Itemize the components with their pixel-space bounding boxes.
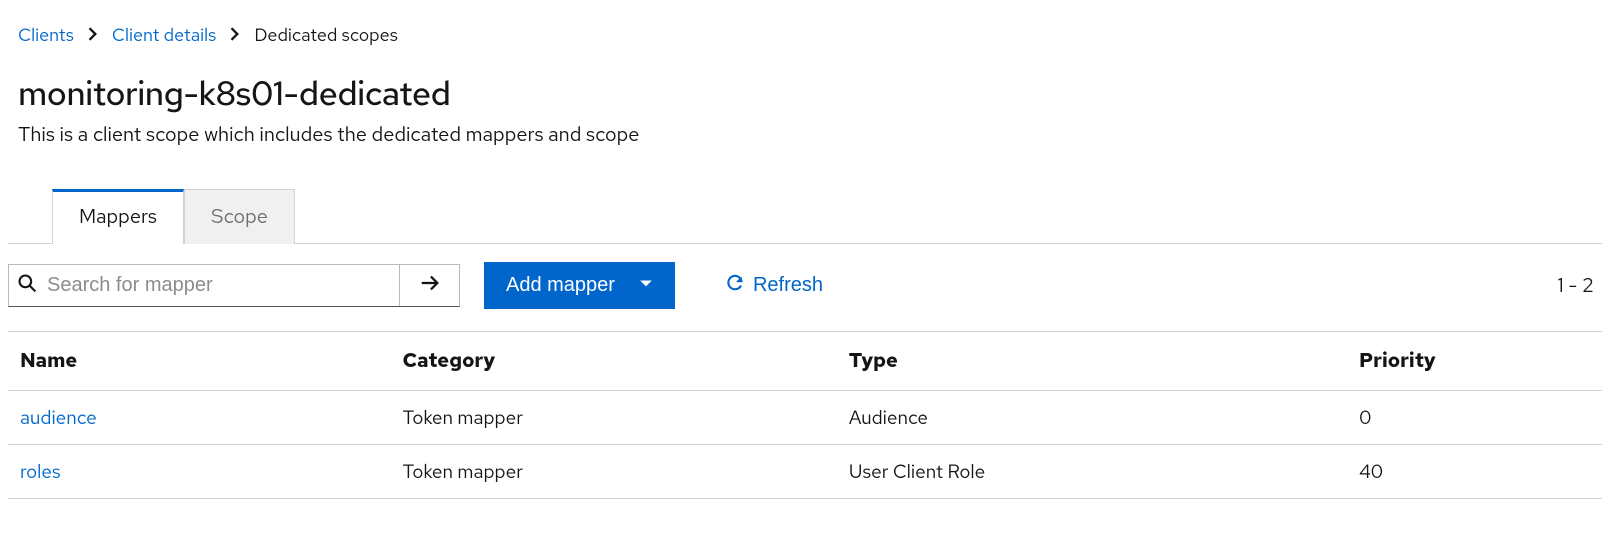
page-title: monitoring-k8s01-dedicated	[18, 71, 1592, 116]
breadcrumb: Clients Client details Dedicated scopes	[8, 16, 1602, 47]
pagination: 1 - 2	[1557, 273, 1602, 299]
arrow-right-icon	[419, 272, 441, 299]
page-header: monitoring-k8s01-dedicated This is a cli…	[8, 47, 1602, 156]
search-icon	[17, 273, 47, 298]
col-priority: Priority	[1347, 332, 1602, 391]
pagination-range: 1 - 2	[1557, 273, 1594, 299]
col-type: Type	[837, 332, 1347, 391]
tab-mappers[interactable]: Mappers	[52, 189, 184, 244]
breadcrumb-client-details[interactable]: Client details	[112, 24, 216, 47]
table-row: audience Token mapper Audience 0	[8, 391, 1602, 445]
cell-category: Token mapper	[391, 391, 837, 445]
mapper-link[interactable]: audience	[20, 405, 97, 430]
tab-scope[interactable]: Scope	[184, 189, 295, 244]
chevron-right-icon	[230, 24, 240, 47]
chevron-right-icon	[88, 24, 98, 47]
tabs: Mappers Scope	[8, 188, 1602, 244]
refresh-icon	[725, 273, 745, 299]
table-header-row: Name Category Type Priority	[8, 332, 1602, 391]
breadcrumb-current: Dedicated scopes	[254, 24, 398, 47]
page-subtitle: This is a client scope which includes th…	[18, 122, 1592, 148]
cell-priority: 40	[1347, 445, 1602, 499]
table-row: roles Token mapper User Client Role 40	[8, 445, 1602, 499]
cell-category: Token mapper	[391, 445, 837, 499]
add-mapper-label: Add mapper	[506, 274, 615, 297]
cell-type: User Client Role	[837, 445, 1347, 499]
mappers-table: Name Category Type Priority audience Tok…	[8, 331, 1602, 499]
search-input[interactable]	[47, 274, 391, 297]
search-submit-button[interactable]	[399, 265, 459, 306]
refresh-button[interactable]: Refresh	[725, 273, 823, 299]
breadcrumb-clients[interactable]: Clients	[18, 24, 74, 47]
add-mapper-button[interactable]: Add mapper	[484, 262, 675, 309]
cell-type: Audience	[837, 391, 1347, 445]
refresh-label: Refresh	[753, 274, 823, 297]
search-group	[8, 264, 460, 307]
toolbar: Add mapper Refresh 1 - 2	[8, 244, 1602, 327]
mapper-link[interactable]: roles	[20, 459, 61, 484]
caret-down-icon	[639, 274, 653, 297]
cell-priority: 0	[1347, 391, 1602, 445]
col-category: Category	[391, 332, 837, 391]
col-name: Name	[8, 332, 391, 391]
